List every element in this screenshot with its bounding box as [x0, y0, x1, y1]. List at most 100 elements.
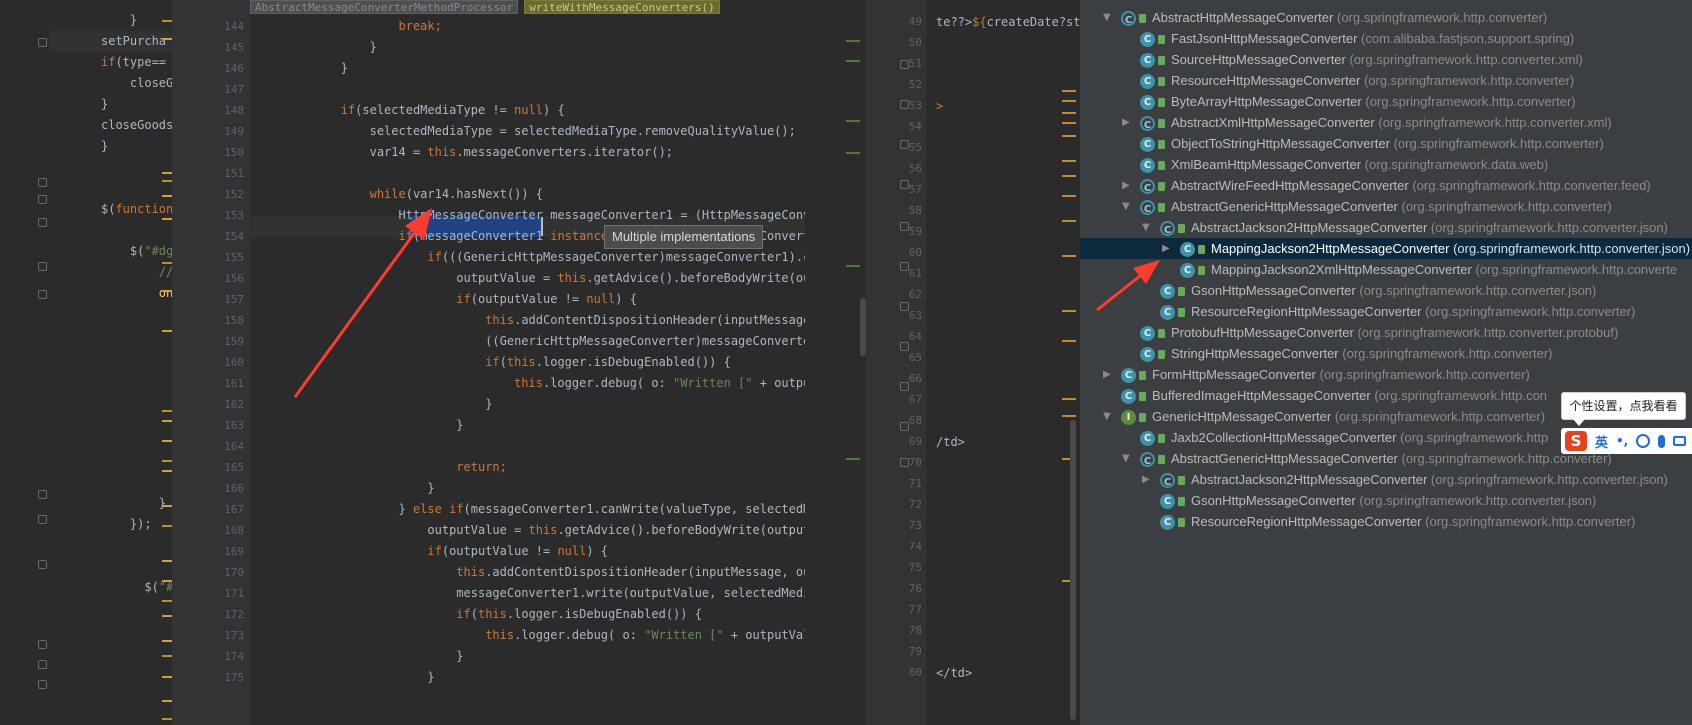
fold-marker-icon[interactable] — [900, 422, 909, 431]
fold-marker-icon[interactable] — [38, 680, 47, 689]
tree-row[interactable]: ▶ C AbstractJackson2HttpMessageConverter (… — [1080, 469, 1692, 490]
left-code-line: $( — [101, 367, 172, 388]
tree-class-name: AbstractHttpMessageConverter — [1152, 10, 1334, 25]
fold-marker-icon[interactable] — [38, 262, 47, 271]
smiley-icon[interactable] — [1636, 434, 1651, 448]
tree-row[interactable]: ▶ C MappingJackson2HttpMessageConverter (o… — [1080, 238, 1692, 259]
jsp-line-number: 53 — [908, 99, 922, 112]
tree-row[interactable]: C FastJsonHttpMessageConverter (com.aliba… — [1080, 28, 1692, 49]
fold-marker-icon[interactable] — [38, 660, 47, 669]
expand-arrow-icon[interactable]: ▶ — [1162, 238, 1170, 259]
jsp-line-number: 72 — [908, 498, 922, 511]
breadcrumb-method[interactable]: writeWithMessageConverters() — [524, 0, 720, 14]
jsp-editor-pane[interactable]: te??>${createDate?st > /td> </td> — [926, 0, 1080, 725]
jsp-scrollbar[interactable] — [1070, 420, 1076, 720]
fold-marker-icon[interactable] — [38, 38, 47, 47]
ime-punctuation-toggle[interactable]: •, — [1616, 434, 1628, 448]
expand-arrow-icon[interactable]: ▶ — [1122, 112, 1130, 133]
tree-row[interactable]: C ResourceRegionHttpMessageConverter (org… — [1080, 301, 1692, 322]
left-editor-pane[interactable]: } setPurcha if(type== closeG} closeGoodsC} $… — [0, 0, 172, 725]
tree-package-name: (org.springframework.http.converter) — [1365, 94, 1576, 109]
tree-row[interactable]: C ObjectToStringHttpMessageConverter (org… — [1080, 133, 1692, 154]
code-token: if — [101, 55, 116, 69]
public-access-icon — [1158, 119, 1165, 129]
fold-marker-icon[interactable] — [38, 178, 47, 187]
tree-row[interactable]: C ResourceHttpMessageConverter (org.sprin… — [1080, 70, 1692, 91]
type-hierarchy-panel[interactable]: ▼ C AbstractHttpMessageConverter (org.spri… — [1080, 0, 1692, 725]
keyboard-icon[interactable] — [1673, 436, 1687, 446]
class-icon: C — [1160, 305, 1175, 321]
code-line: if(outputValue != null) { — [254, 541, 805, 562]
public-access-icon — [1139, 413, 1146, 423]
fold-marker-icon[interactable] — [900, 222, 909, 231]
tree-package-name: (org.springframework.http.converter) — [1342, 346, 1553, 361]
tree-row[interactable]: C SourceHttpMessageConverter (org.springf… — [1080, 49, 1692, 70]
code-token: .addContentDispositionHeader(inputMessag… — [514, 313, 805, 327]
tree-row[interactable]: C ResourceRegionHttpMessageConverter (org… — [1080, 511, 1692, 532]
tree-row[interactable]: C MappingJackson2XmlHttpMessageConverter … — [1080, 259, 1692, 280]
tree-row[interactable]: ▼ C AbstractJackson2HttpMessageConverter (… — [1080, 217, 1692, 238]
fold-marker-icon[interactable] — [38, 195, 47, 204]
code-token: /td> — [936, 435, 965, 449]
fold-marker-icon[interactable] — [900, 302, 909, 311]
change-marker — [162, 600, 172, 602]
tree-row[interactable]: C StringHttpMessageConverter (org.springf… — [1080, 343, 1692, 364]
code-token: } — [254, 649, 464, 663]
class-icon: C — [1140, 347, 1155, 363]
collapse-arrow-icon[interactable]: ▼ — [1122, 196, 1130, 217]
collapse-arrow-icon[interactable]: ▼ — [1122, 448, 1130, 469]
collapse-arrow-icon[interactable]: ▼ — [1103, 7, 1111, 28]
public-access-icon — [1198, 245, 1205, 255]
fold-marker-icon[interactable] — [38, 640, 47, 649]
fold-marker-icon[interactable] — [900, 262, 909, 271]
public-access-icon — [1158, 203, 1165, 213]
line-number: 144 — [224, 20, 244, 33]
fold-marker-icon[interactable] — [900, 100, 909, 109]
code-line: if(((GenericHttpMessageConverter)message… — [254, 247, 805, 268]
breadcrumb-class[interactable]: AbstractMessageConverterMethodProcessor — [250, 0, 519, 14]
expand-arrow-icon[interactable]: ▶ — [1122, 175, 1130, 196]
fold-marker-icon[interactable] — [38, 290, 47, 299]
expand-arrow-icon[interactable]: ▶ — [1103, 364, 1111, 385]
line-number: 153 — [224, 209, 244, 222]
tree-row[interactable]: C XmlBeamHttpMessageConverter (org.spring… — [1080, 154, 1692, 175]
code-token: onD — [101, 622, 172, 636]
fold-marker-icon[interactable] — [38, 218, 47, 227]
tree-row[interactable]: ▶ C AbstractWireFeedHttpMessageConverter (… — [1080, 175, 1692, 196]
public-access-icon — [1198, 266, 1205, 276]
fold-marker-icon[interactable] — [900, 458, 909, 467]
tree-row[interactable]: ▼ C AbstractHttpMessageConverter (org.spri… — [1080, 7, 1692, 28]
fold-marker-icon[interactable] — [900, 342, 909, 351]
tree-row[interactable]: ▼ C AbstractGenericHttpMessageConverter (o… — [1080, 196, 1692, 217]
collapse-arrow-icon[interactable]: ▼ — [1142, 217, 1150, 238]
expand-arrow-icon[interactable]: ▶ — [1142, 469, 1150, 490]
code-token: else if — [412, 502, 464, 516]
ime-toolbar[interactable]: S 英 •, — [1561, 428, 1692, 454]
microphone-icon[interactable] — [1658, 434, 1666, 448]
main-editor-pane[interactable]: break; } } if(selectedMediaType != null)… — [250, 0, 805, 725]
line-number: 171 — [224, 587, 244, 600]
ime-logo-icon[interactable]: S — [1565, 431, 1587, 451]
tree-row[interactable]: ▶ C FormHttpMessageConverter (org.springfr… — [1080, 364, 1692, 385]
ime-language-toggle[interactable]: 英 — [1595, 432, 1608, 451]
fold-marker-icon[interactable] — [900, 382, 909, 391]
code-token: .addContentDispositionHeader(inputMessag… — [485, 565, 805, 579]
fold-marker-icon[interactable] — [900, 60, 909, 69]
change-marker — [162, 172, 172, 174]
tree-row[interactable]: C GsonHttpMessageConverter (org.springfra… — [1080, 280, 1692, 301]
fold-marker-icon[interactable] — [900, 180, 909, 189]
fold-marker-icon[interactable] — [38, 490, 47, 499]
fold-marker-icon[interactable] — [900, 140, 909, 149]
tree-row[interactable]: ▶ C AbstractXmlHttpMessageConverter (org.s… — [1080, 112, 1692, 133]
left-code-line: } — [101, 493, 172, 514]
abstract-class-icon: C — [1160, 473, 1175, 489]
left-code-line: $( — [101, 472, 172, 493]
tree-row[interactable]: C ByteArrayHttpMessageConverter (org.spri… — [1080, 91, 1692, 112]
jsp-line-number: 66 — [908, 372, 922, 385]
fold-marker-icon[interactable] — [38, 515, 47, 524]
tree-row[interactable]: C ProtobufHttpMessageConverter (org.sprin… — [1080, 322, 1692, 343]
tree-row[interactable]: C GsonHttpMessageConverter (org.springfra… — [1080, 490, 1692, 511]
ime-tip-bubble[interactable]: 个性设置，点我看看 — [1561, 392, 1686, 420]
fold-marker-icon[interactable] — [38, 560, 47, 569]
collapse-arrow-icon[interactable]: ▼ — [1103, 406, 1111, 427]
